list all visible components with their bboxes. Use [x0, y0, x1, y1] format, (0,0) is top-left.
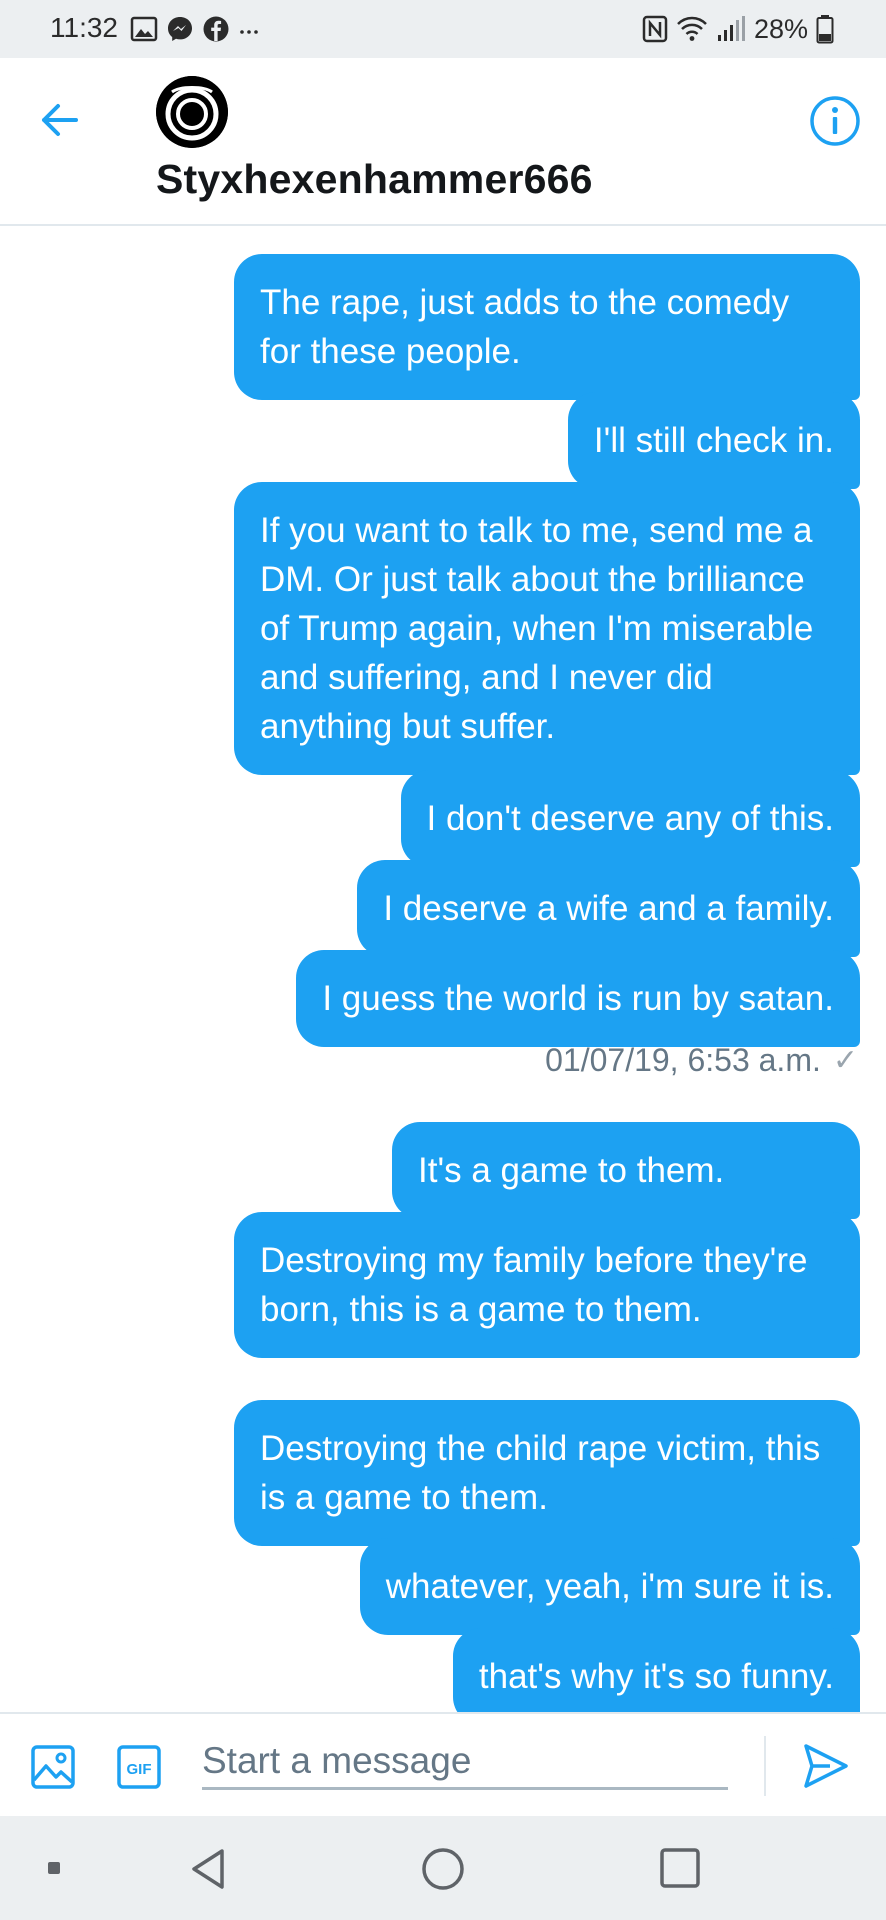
nav-home-icon[interactable] — [420, 1846, 466, 1892]
messenger-icon — [168, 17, 192, 41]
message-input[interactable] — [202, 1734, 728, 1790]
nav-back-icon[interactable] — [186, 1846, 232, 1892]
message-composer: GIF — [0, 1712, 886, 1816]
avatar-logo-icon — [156, 76, 228, 148]
message-timestamp: 01/07/19, 6:53 a.m. ✓ — [545, 1042, 858, 1079]
message-bubble[interactable]: I guess the world is run by satan. — [296, 950, 860, 1047]
gif-label: GIF — [127, 1761, 152, 1778]
nav-indicator-icon — [48, 1862, 60, 1874]
arrow-left-icon[interactable] — [36, 96, 84, 144]
status-time: 11:32 — [50, 12, 118, 43]
wifi-icon — [677, 16, 707, 41]
gif-icon: GIF — [117, 1745, 161, 1789]
signal-icon — [717, 16, 745, 41]
message-bubble[interactable]: that's why it's so funny. — [452, 1628, 860, 1712]
gif-button[interactable]: GIF — [116, 1744, 162, 1790]
composer-divider — [764, 1736, 766, 1796]
system-icons: 28% — [642, 12, 834, 46]
system-navigation-bar — [0, 1816, 886, 1920]
message-bubble[interactable]: I deserve a wife and a family. — [357, 860, 860, 957]
message-bubble[interactable]: I don't deserve any of this. — [400, 770, 860, 867]
message-bubble[interactable]: I'll still check in. — [567, 392, 860, 489]
image-icon — [130, 16, 158, 42]
message-list[interactable]: The rape, just adds to the comedy for th… — [0, 226, 886, 1712]
message-bubble[interactable]: The rape, just adds to the comedy for th… — [234, 254, 860, 400]
message-bubble[interactable]: Destroying the child rape victim, this i… — [234, 1400, 860, 1546]
message-bubble[interactable]: Destroying my family before they're born… — [234, 1212, 860, 1358]
battery-percent: 28% — [753, 13, 808, 44]
send-icon[interactable] — [800, 1740, 852, 1792]
sent-check-icon: ✓ — [832, 1044, 858, 1077]
conversation-title: Styxhexenhammer666 — [156, 156, 593, 202]
status-bar: 11:32 28% — [0, 0, 886, 58]
conversation-header: Styxhexenhammer666 — [0, 58, 886, 226]
info-icon[interactable] — [808, 94, 862, 148]
image-upload-icon[interactable] — [30, 1744, 76, 1790]
facebook-icon — [203, 16, 229, 42]
more-icon — [240, 30, 258, 34]
avatar[interactable] — [156, 76, 228, 148]
nfc-icon — [642, 15, 668, 43]
notification-icons — [130, 14, 260, 44]
message-bubble[interactable]: If you want to talk to me, send me a DM.… — [234, 482, 860, 775]
timestamp-text: 01/07/19, 6:53 a.m. — [545, 1042, 821, 1078]
nav-recents-icon[interactable] — [658, 1846, 702, 1890]
message-bubble[interactable]: It's a game to them. — [392, 1122, 860, 1219]
battery-icon — [816, 15, 834, 44]
message-bubble[interactable]: whatever, yeah, i'm sure it is. — [359, 1538, 860, 1635]
